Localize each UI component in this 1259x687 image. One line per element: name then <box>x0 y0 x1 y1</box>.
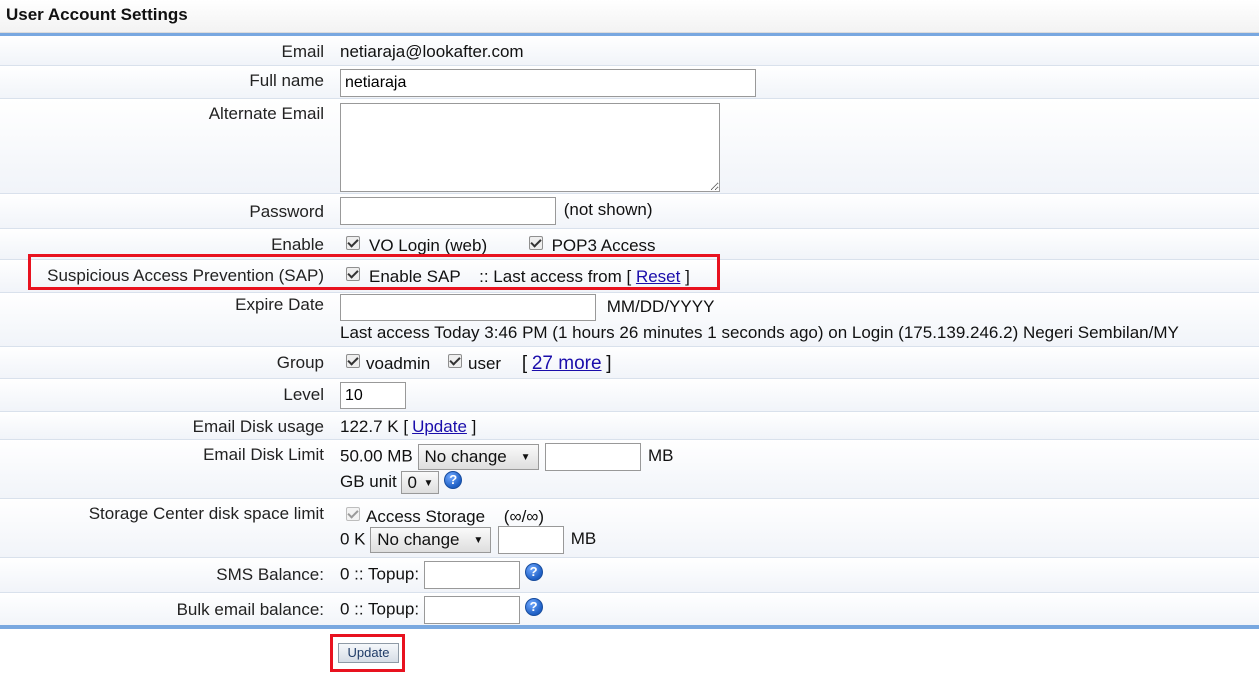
bulk-label: Bulk email balance: <box>176 600 324 619</box>
disk-limit-label: Email Disk Limit <box>203 445 324 464</box>
disk-limit-select[interactable]: No change ▼ <box>417 444 539 470</box>
disk-usage-value: 122.7 K <box>340 417 399 436</box>
disk-usage-update-link[interactable]: Update <box>412 417 467 436</box>
sms-label: SMS Balance: <box>216 565 324 584</box>
expire-format: MM/DD/YYYY <box>606 296 715 316</box>
password-row: Password (not shown) <box>0 194 1259 229</box>
storage-label: Storage Center disk space limit <box>88 504 324 523</box>
storage-row: Storage Center disk space limit Access S… <box>0 499 1259 558</box>
fullname-input[interactable] <box>340 69 756 97</box>
access-storage-label: Access Storage <box>366 507 486 526</box>
storage-input[interactable] <box>498 526 564 554</box>
chevron-down-icon: ▼ <box>520 452 531 463</box>
fullname-row: Full name <box>0 66 1259 99</box>
group-voadmin-label: voadmin <box>366 354 431 373</box>
email-row: Email netiaraja@lookafter.com <box>0 36 1259 66</box>
bulk-value: 0 :: Topup: <box>340 599 420 619</box>
group-label: Group <box>276 353 324 372</box>
chevron-down-icon: ▼ <box>423 478 434 490</box>
expire-date-input[interactable] <box>340 294 596 321</box>
expire-label: Expire Date <box>235 295 324 314</box>
help-icon[interactable]: ? <box>524 563 543 582</box>
vo-login-label: VO Login (web) <box>369 236 488 255</box>
expire-row: Expire Date MM/DD/YYYY Last access Today… <box>0 293 1259 347</box>
sms-row: SMS Balance: 0 :: Topup: ? <box>0 558 1259 593</box>
group-user-checkbox[interactable] <box>448 354 462 368</box>
email-label: Email <box>281 42 324 61</box>
disk-limit-input[interactable] <box>545 443 642 471</box>
disk-limit-row: Email Disk Limit 50.00 MB No change ▼ MB… <box>0 440 1259 499</box>
enable-label: Enable <box>271 235 324 254</box>
alternate-email-textarea[interactable] <box>340 103 720 192</box>
pop3-checkbox[interactable] <box>528 236 543 250</box>
gb-unit-select[interactable]: 0 ▼ <box>401 471 440 495</box>
update-highlight-box <box>330 634 405 672</box>
group-more-link[interactable]: 27 more <box>532 353 602 374</box>
group-user-label: user <box>468 354 502 373</box>
gb-unit-select-value: 0 <box>407 473 417 493</box>
bulk-row: Bulk email balance: 0 :: Topup: ? <box>0 593 1259 628</box>
disk-usage-label: Email Disk usage <box>192 417 324 436</box>
bulk-topup-input[interactable] <box>423 596 520 624</box>
level-input[interactable] <box>340 382 406 409</box>
storage-select-value: No change <box>377 530 460 549</box>
group-voadmin-checkbox[interactable] <box>346 354 360 368</box>
level-row: Level <box>0 379 1259 412</box>
group-close-bracket: ] <box>606 353 612 374</box>
disk-limit-value: 50.00 MB <box>340 446 413 466</box>
password-input[interactable] <box>340 197 556 225</box>
help-icon[interactable]: ? <box>524 598 543 617</box>
fullname-label: Full name <box>249 71 324 90</box>
footer-divider <box>0 625 1259 629</box>
disk-usage-open-bracket: [ <box>403 417 409 436</box>
pop3-label: POP3 Access <box>551 236 656 255</box>
page-title: User Account Settings <box>0 0 1259 33</box>
alternate-email-label: Alternate Email <box>208 104 324 123</box>
storage-ratio: (∞/∞) <box>503 507 545 526</box>
group-open-bracket: [ <box>521 353 528 374</box>
sms-topup-input[interactable] <box>423 561 520 589</box>
sap-highlight-box <box>28 254 720 290</box>
storage-value: 0 K <box>340 529 366 549</box>
disk-limit-select-value: No change <box>424 447 507 466</box>
chevron-down-icon: ▼ <box>473 535 484 546</box>
group-row: Group voadmin user [ 27 more ] <box>0 347 1259 379</box>
help-icon[interactable]: ? <box>444 471 463 489</box>
sms-value: 0 :: Topup: <box>340 564 420 584</box>
gb-unit-label: GB unit <box>340 472 397 491</box>
disk-limit-unit: MB <box>647 446 674 466</box>
alternate-email-row: Alternate Email <box>0 99 1259 194</box>
last-access-info: Last access Today 3:46 PM (1 hours 26 mi… <box>340 323 1179 342</box>
storage-select[interactable]: No change ▼ <box>370 527 492 553</box>
password-label: Password <box>249 202 324 221</box>
disk-usage-row: Email Disk usage 122.7 K [Update ] <box>0 412 1259 440</box>
disk-usage-close-bracket: ] <box>471 417 477 436</box>
vo-login-checkbox[interactable] <box>346 236 360 250</box>
password-note: (not shown) <box>563 200 653 220</box>
storage-unit: MB <box>570 529 597 549</box>
email-value: netiaraja@lookafter.com <box>340 42 524 61</box>
level-label: Level <box>283 385 324 404</box>
access-storage-checkbox[interactable] <box>346 507 360 521</box>
